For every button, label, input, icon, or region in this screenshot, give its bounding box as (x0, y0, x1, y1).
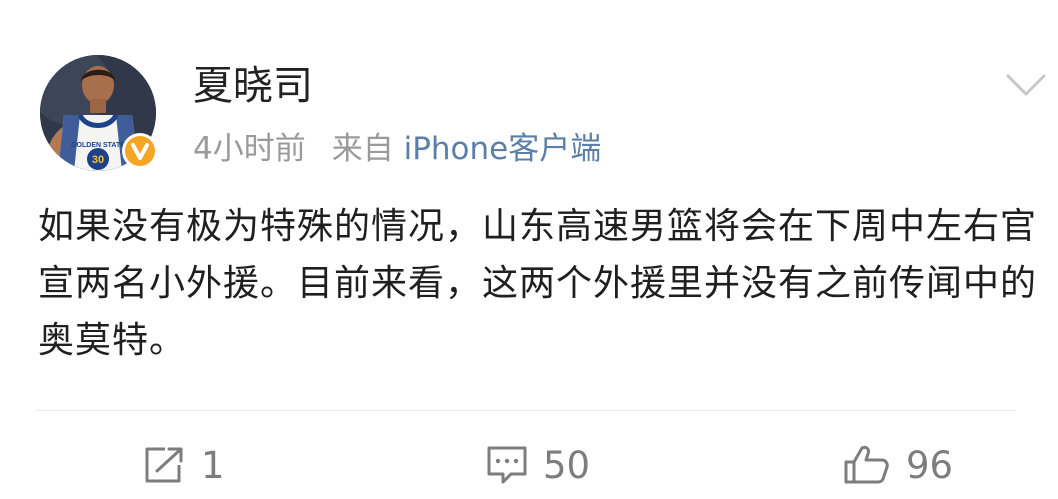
repost-icon (145, 447, 183, 483)
post-time: 4小时前 (193, 131, 306, 167)
like-icon (844, 445, 889, 484)
like-button[interactable]: 96 (842, 437, 953, 493)
divider (36, 410, 1016, 411)
avatar-jersey-team: GOLDEN STATE (71, 142, 125, 149)
source-client-link[interactable]: iPhone客户端 (404, 131, 602, 167)
comment-count: 50 (543, 443, 591, 487)
author-name[interactable]: 夏晓司 (193, 61, 313, 111)
comment-icon (487, 446, 527, 484)
repost-count: 1 (201, 443, 225, 487)
post-text: 如果没有极为特殊的情况，山东高速男篮将会在下周中左右官宣两名小外援。目前来看，这… (38, 206, 1038, 361)
chevron-down-icon[interactable] (1004, 70, 1048, 100)
source-prefix: 来自 (331, 131, 394, 167)
post-meta: 4小时前 来自 iPhone客户端 (193, 128, 601, 170)
avatar-jersey-number: 30 (92, 154, 104, 166)
verified-badge-icon (122, 133, 158, 169)
comment-button[interactable]: 50 (485, 437, 590, 493)
like-count: 96 (906, 443, 954, 487)
repost-button[interactable]: 1 (143, 437, 225, 493)
